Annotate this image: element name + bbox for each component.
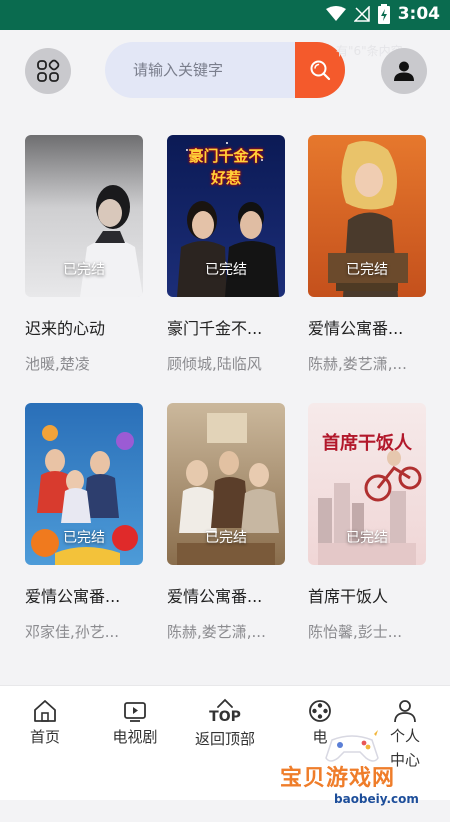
- drama-title: 迟来的心动: [25, 319, 106, 338]
- drama-title: 爱情公寓番...: [308, 319, 404, 338]
- drama-card[interactable]: 首席干饭人 已完结 首席干饭人 陈怡馨,彭士...: [308, 403, 426, 642]
- drama-cast: 邓家佳,孙艺...: [25, 623, 120, 641]
- film-reel-icon: [309, 700, 331, 722]
- watermark-url: baobeiy.com: [334, 792, 419, 806]
- category-grid-icon: [37, 59, 60, 82]
- tv-icon: [124, 702, 146, 722]
- drama-card[interactable]: 豪门千金不好惹 已完结 豪门千金不... 顾倾城,陆临风: [167, 135, 285, 374]
- poster-title-art: 豪门千金不好惹: [188, 147, 264, 187]
- battery-icon: [377, 4, 390, 24]
- search-icon: [310, 60, 331, 81]
- person-icon: [394, 700, 416, 723]
- nav-label-tv: 电视剧: [112, 728, 158, 746]
- header: 有"6"条内容: [0, 30, 450, 110]
- status-time: 3:04: [397, 4, 440, 24]
- category-menu-button[interactable]: [25, 48, 71, 94]
- nav-label-home: 首页: [29, 728, 60, 746]
- nav-label-back-top: 返回顶部: [195, 730, 256, 748]
- app-screen: 有"6"条内容 已完结 迟来的心动: [0, 30, 450, 806]
- watermark-text: 宝贝游戏网: [280, 766, 396, 791]
- drama-card[interactable]: 已完结 爱情公寓番... 陈赫,娄艺潇,...: [308, 135, 426, 374]
- nav-item-back-top[interactable]: TOP 返回顶部: [190, 698, 260, 752]
- user-profile-button[interactable]: [381, 48, 427, 94]
- drama-title: 豪门千金不...: [167, 319, 263, 338]
- drama-cast: 顾倾城,陆临风: [167, 355, 262, 373]
- drama-poster[interactable]: 首席干饭人 已完结: [308, 403, 426, 565]
- drama-card[interactable]: 已完结 爱情公寓番... 邓家佳,孙艺...: [25, 403, 143, 642]
- drama-card[interactable]: 已完结 爱情公寓番... 陈赫,娄艺潇,...: [167, 403, 285, 642]
- user-icon: [394, 61, 414, 81]
- chevron-up-icon: [217, 698, 233, 708]
- home-icon: [34, 700, 56, 722]
- drama-poster[interactable]: 豪门千金不好惹 已完结: [167, 135, 285, 297]
- drama-cast: 陈赫,娄艺潇,...: [308, 355, 407, 373]
- status-bar: 3:04: [0, 0, 450, 30]
- drama-cast: 池暖,楚凌: [25, 355, 90, 373]
- drama-poster[interactable]: 已完结: [25, 403, 143, 565]
- status-badge: 已完结: [63, 530, 105, 546]
- status-badge: 已完结: [205, 262, 247, 278]
- status-icons: 3:04: [325, 4, 440, 24]
- drama-title: 首席干饭人: [308, 587, 389, 606]
- status-badge: 已完结: [346, 262, 388, 278]
- drama-cast: 陈赫,娄艺潇,...: [167, 623, 266, 641]
- status-badge: 已完结: [63, 262, 105, 278]
- drama-poster[interactable]: 已完结: [167, 403, 285, 565]
- drama-title: 爱情公寓番...: [167, 587, 263, 606]
- poster-title-art: 首席干饭人: [322, 433, 412, 454]
- drama-cast: 陈怡馨,彭士...: [308, 623, 403, 641]
- drama-poster[interactable]: 已完结: [25, 135, 143, 297]
- watermark-logo: 宝贝游戏网 baobeiy.com: [272, 730, 444, 822]
- status-badge: 已完结: [346, 530, 388, 546]
- nav-top-text: TOP: [209, 709, 241, 725]
- no-signal-icon: [353, 6, 370, 22]
- search-box: [105, 42, 345, 98]
- wifi-icon: [325, 6, 346, 21]
- search-input[interactable]: [105, 42, 295, 98]
- nav-item-tv[interactable]: 电视剧: [100, 698, 170, 750]
- drama-title: 爱情公寓番...: [25, 587, 121, 606]
- nav-item-home[interactable]: 首页: [10, 698, 80, 750]
- drama-card[interactable]: 已完结 迟来的心动 池暖,楚凌: [25, 135, 143, 374]
- status-badge: 已完结: [205, 530, 247, 546]
- drama-poster[interactable]: 已完结: [308, 135, 426, 297]
